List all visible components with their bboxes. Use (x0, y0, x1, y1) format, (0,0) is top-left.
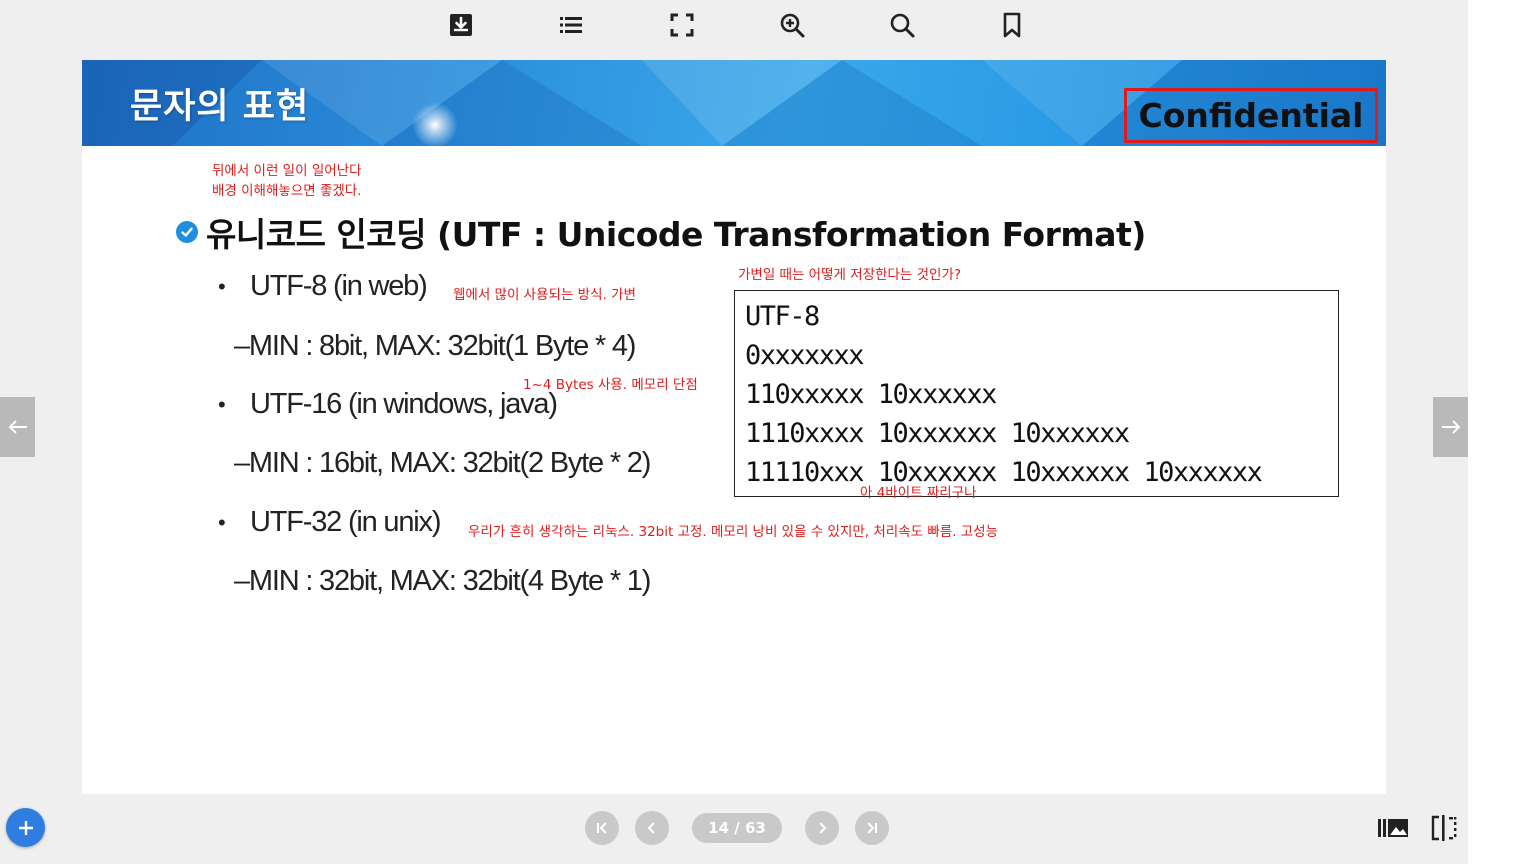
bookmark-icon[interactable] (995, 8, 1029, 42)
last-page-icon (867, 822, 877, 834)
check-circle-icon (176, 221, 198, 243)
gallery-icon (1378, 819, 1408, 837)
bullet-dot: • (218, 391, 226, 417)
last-page-button[interactable] (855, 811, 889, 845)
add-button[interactable] (6, 808, 45, 847)
next-page-arrow[interactable] (1433, 397, 1468, 457)
bullet-label: UTF-32 (in unix) (250, 506, 441, 538)
annotation-utf32-note: 우리가 흔히 생각하는 리눅스. 32bit 고정. 메모리 낭비 있을 수 있… (468, 524, 999, 540)
split-view-icon (1431, 815, 1457, 841)
slide-header-banner: 문자의 표현 Confidential (82, 60, 1386, 146)
slide-title: 문자의 표현 (130, 87, 310, 127)
first-page-button[interactable] (585, 811, 619, 845)
arrow-right-icon (1441, 420, 1460, 434)
slide-page: 문자의 표현 Confidential 뒤에서 이런 일이 일어난다 배경 이해… (82, 60, 1386, 794)
bullet-dot: • (218, 273, 226, 299)
code-line: 11110xxx 10xxxxxx 10xxxxxx 10xxxxxx (745, 457, 1263, 488)
code-line: 0xxxxxxx (745, 340, 865, 371)
dual-page-button[interactable] (1427, 813, 1463, 843)
bullet-sub-utf32: –MIN : 32bit, MAX: 32bit(4 Byte * 1) (234, 565, 651, 597)
code-line: UTF-8 (745, 301, 820, 332)
zoom-in-icon[interactable] (775, 8, 809, 42)
bullet-label: UTF-8 (in web) (250, 270, 428, 302)
annotation-top-line2: 배경 이해해놓으면 좋겠다. (212, 183, 362, 199)
code-line: 110xxxxx 10xxxxxx (745, 379, 997, 410)
bullet-utf16: • UTF-16 (in windows, java) (218, 388, 558, 421)
thumbnail-view-button[interactable] (1375, 813, 1411, 843)
prev-page-button[interactable] (635, 811, 669, 845)
confidential-label: Confidential (1124, 88, 1378, 143)
utf8-encoding-box: UTF-8 0xxxxxxx 110xxxxx 10xxxxxx 1110xxx… (734, 290, 1339, 497)
bullet-label: UTF-16 (in windows, java) (250, 388, 558, 420)
search-icon[interactable] (885, 8, 919, 42)
page-indicator: 14 / 63 (692, 813, 782, 843)
first-page-icon (597, 822, 607, 834)
arrow-left-icon (8, 420, 27, 434)
bullet-utf8: • UTF-8 (in web) (218, 270, 428, 303)
section-heading: 유니코드 인코딩 (UTF : Unicode Transformation F… (206, 215, 1146, 254)
annotation-variable-question: 가변일 때는 어떻게 저장한다는 것인가? (738, 267, 962, 283)
chevron-right-icon (819, 822, 827, 834)
bullet-sub-utf16: –MIN : 16bit, MAX: 32bit(2 Byte * 2) (234, 447, 651, 479)
annotation-utf8-note: 웹에서 많이 사용되는 방식. 가변 (453, 287, 636, 303)
top-toolbar (0, 0, 1468, 52)
prev-page-arrow[interactable] (0, 397, 35, 457)
heading-row: 유니코드 인코딩 (UTF : Unicode Transformation F… (176, 208, 1146, 256)
chevron-left-icon (647, 822, 655, 834)
bullet-sub-utf8: –MIN : 8bit, MAX: 32bit(1 Byte * 4) (234, 330, 636, 362)
list-icon[interactable] (554, 8, 588, 42)
code-line: 1110xxxx 10xxxxxx 10xxxxxx (745, 418, 1130, 449)
bullet-utf32: • UTF-32 (in unix) (218, 506, 441, 539)
download-icon[interactable] (444, 8, 478, 42)
annotation-four-byte-note: 아 4바이트 짜리구나 (860, 485, 977, 501)
fullscreen-icon[interactable] (665, 8, 699, 42)
next-page-button[interactable] (805, 811, 839, 845)
annotation-top-line1: 뒤에서 이런 일이 일어난다 (212, 163, 362, 179)
plus-icon (18, 820, 33, 835)
bullet-dot: • (218, 509, 226, 535)
header-glow (412, 102, 458, 146)
right-margin-strip (1468, 0, 1536, 864)
